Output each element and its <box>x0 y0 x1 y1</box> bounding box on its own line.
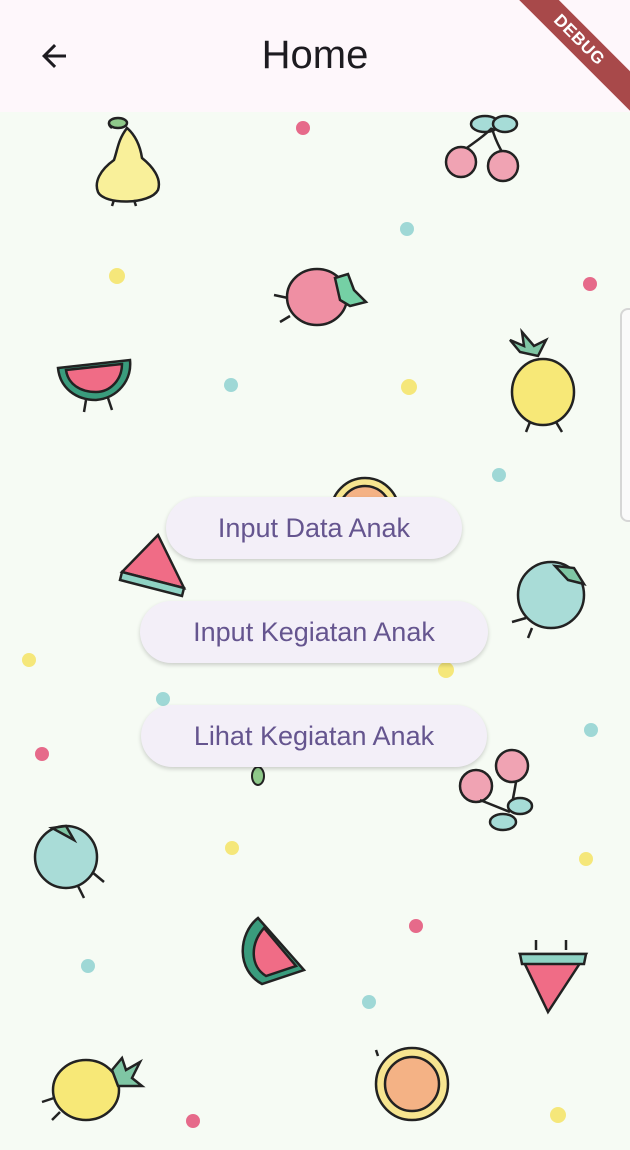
melon-illustration <box>511 560 587 639</box>
strawberry-illustration <box>273 267 369 327</box>
watermelon-illustration <box>56 358 132 413</box>
lihat-kegiatan-anak-button[interactable]: Lihat Kegiatan Anak <box>141 705 487 767</box>
pineapple-illustration-2 <box>41 1055 146 1122</box>
side-drawer-handle[interactable] <box>620 308 630 522</box>
page-title: Home <box>261 33 369 77</box>
melon-illustration-2 <box>33 824 105 899</box>
pear-illustration <box>95 116 161 207</box>
orange-illustration-2 <box>374 1046 450 1122</box>
watermelon-slice-illustration <box>241 916 307 986</box>
pineapple-illustration <box>509 327 576 433</box>
cherries-illustration <box>444 114 520 183</box>
input-kegiatan-anak-button[interactable]: Input Kegiatan Anak <box>140 601 488 663</box>
app-bar: Home <box>0 0 630 112</box>
input-data-anak-button[interactable]: Input Data Anak <box>166 497 462 559</box>
watermelon-triangle-illustration <box>518 940 589 1015</box>
leaf-illustration <box>251 766 265 786</box>
